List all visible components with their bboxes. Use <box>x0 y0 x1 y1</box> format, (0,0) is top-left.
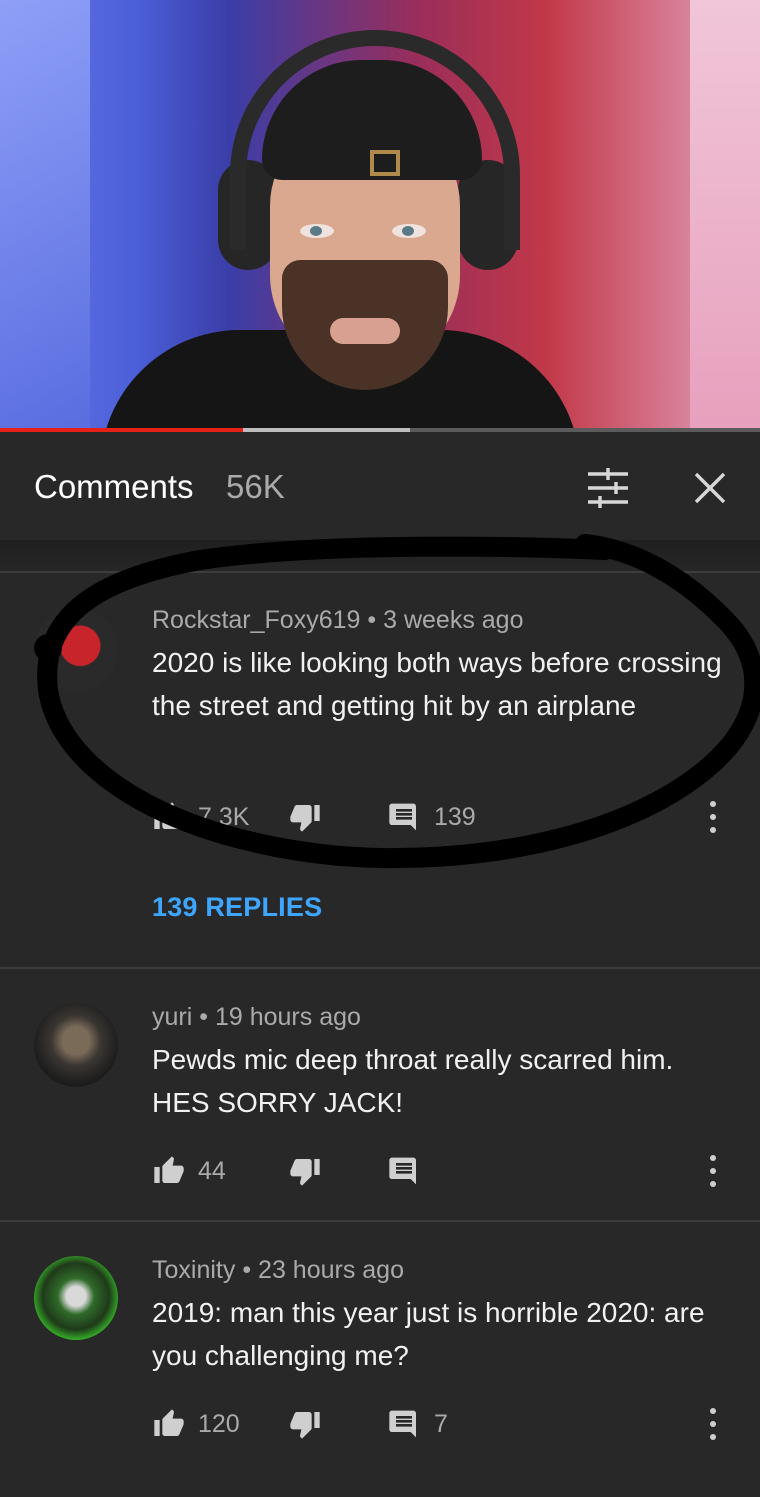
comment-time: 19 hours ago <box>214 1003 361 1031</box>
comment-actions: 44 <box>152 1151 742 1191</box>
comment-item: Rockstar_Foxy619 • 3 weeks ago 2020 is l… <box>0 572 760 968</box>
view-replies-link[interactable]: 139 REPLIES <box>152 892 322 923</box>
like-count: 7.3K <box>198 802 250 831</box>
reply-button[interactable]: 139 <box>388 797 476 837</box>
comment-text: 2020 is like looking both ways before cr… <box>152 647 722 721</box>
thumbs-down-icon <box>290 1412 320 1439</box>
comment-author[interactable]: Toxinity <box>152 1256 235 1284</box>
comment-actions: 7.3K 139 <box>152 797 742 837</box>
reply-count: 139 <box>434 802 476 831</box>
comment-text: Pewds mic deep throat really scarred him… <box>152 1044 674 1118</box>
dislike-button[interactable] <box>288 797 322 837</box>
reply-button[interactable]: 7 <box>388 1404 448 1444</box>
thumbs-up-icon <box>154 802 184 829</box>
dislike-button[interactable] <box>288 1151 322 1191</box>
comment-icon <box>389 803 416 831</box>
dislike-button[interactable] <box>288 1404 322 1444</box>
comment-time: 3 weeks ago <box>383 606 524 634</box>
comment-author[interactable]: yuri <box>152 1003 192 1031</box>
thumbs-up-icon <box>154 1156 184 1183</box>
reply-count: 7 <box>434 1409 448 1438</box>
comment-meta: yuri • 19 hours ago <box>152 1003 361 1031</box>
comment-text: 2019: man this year just is horrible 202… <box>152 1297 705 1371</box>
sort-filter-icon[interactable] <box>586 468 630 508</box>
comment-item: Toxinity • 23 hours ago 2019: man this y… <box>0 1222 760 1497</box>
comments-count: 56K <box>226 468 285 505</box>
comments-title: Comments <box>34 468 194 505</box>
thumbs-down-icon <box>290 805 320 832</box>
comment-author[interactable]: Rockstar_Foxy619 <box>152 606 360 634</box>
thumbs-down-icon <box>290 1159 320 1186</box>
more-options-icon[interactable] <box>708 1408 718 1440</box>
close-icon[interactable] <box>690 468 730 508</box>
video-player[interactable] <box>0 0 760 432</box>
comment-time: 23 hours ago <box>258 1256 404 1284</box>
more-options-icon[interactable] <box>708 801 718 833</box>
comment-icon <box>389 1410 416 1438</box>
video-frame-light <box>690 0 760 432</box>
comment-meta: Rockstar_Foxy619 • 3 weeks ago <box>152 606 524 634</box>
like-button[interactable]: 120 <box>152 1404 240 1444</box>
avatar[interactable] <box>34 1003 118 1087</box>
comment-item: yuri • 19 hours ago Pewds mic deep throa… <box>0 969 760 1221</box>
comment-actions: 120 7 <box>152 1404 742 1444</box>
like-count: 120 <box>198 1409 240 1438</box>
more-options-icon[interactable] <box>708 1155 718 1187</box>
comments-header: Comments 56K <box>0 432 760 540</box>
reply-button[interactable] <box>388 1151 420 1191</box>
avatar[interactable] <box>34 1256 118 1340</box>
like-count: 44 <box>198 1156 226 1185</box>
video-frame-light <box>0 0 90 432</box>
like-button[interactable]: 44 <box>152 1151 226 1191</box>
comment-meta: Toxinity • 23 hours ago <box>152 1256 404 1284</box>
thumbs-up-icon <box>154 1409 184 1436</box>
like-button[interactable]: 7.3K <box>152 797 249 837</box>
avatar[interactable] <box>34 608 118 692</box>
comment-icon <box>389 1157 416 1185</box>
